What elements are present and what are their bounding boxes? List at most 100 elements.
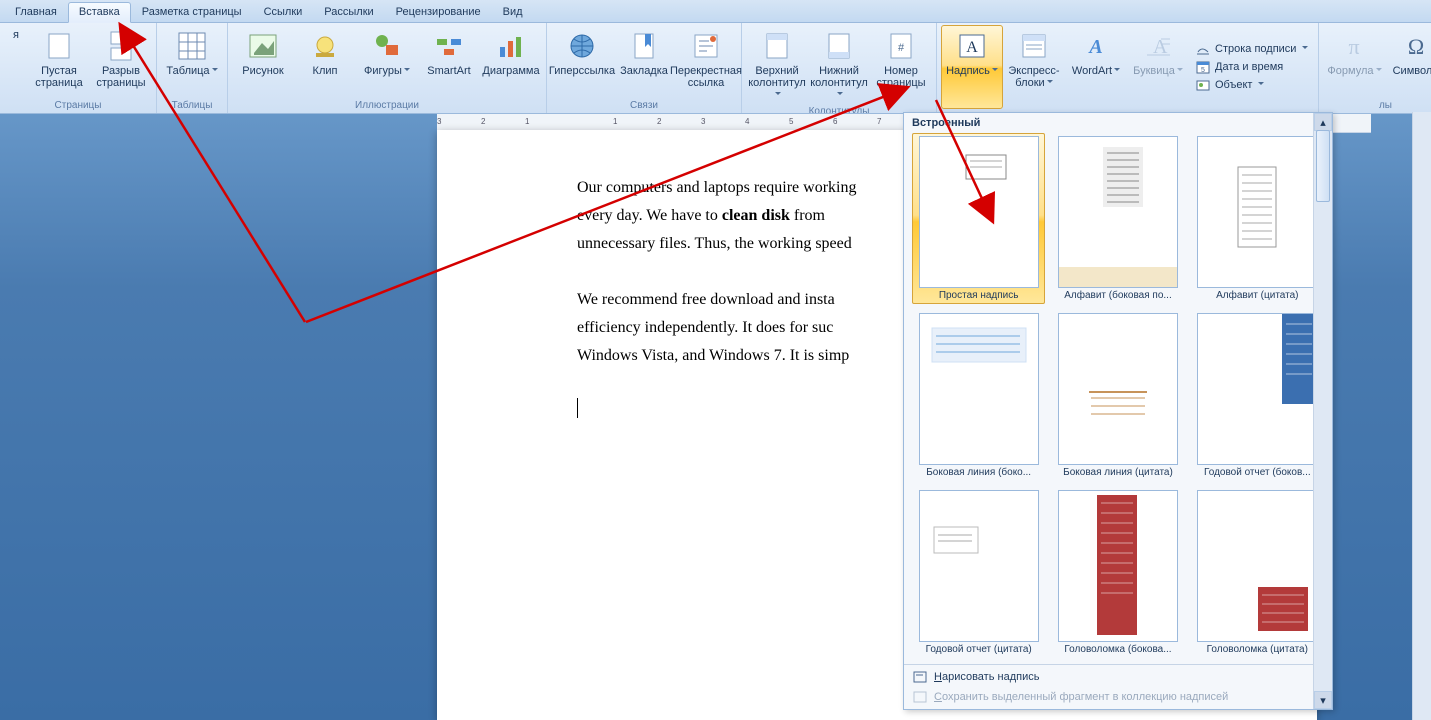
- text: Windows Vista, and Windows 7. It is simp: [577, 347, 849, 364]
- gallery-footer: Нарисовать надпись Сохранить выделенный …: [904, 664, 1332, 709]
- ribbon-button-пустая-страница[interactable]: Пустаястраница: [28, 25, 90, 98]
- tab-ссылки[interactable]: Ссылки: [253, 2, 314, 22]
- ribbon-icon: [372, 28, 402, 64]
- ribbon-button-номер-страницы[interactable]: # Номерстраницы: [870, 25, 932, 104]
- ribbon-button-рисунок[interactable]: Рисунок: [232, 25, 294, 98]
- ribbon-icon: [567, 28, 597, 64]
- ribbon-label: SmartArt: [427, 64, 470, 77]
- ruler-mark: 3: [701, 117, 705, 126]
- thumbnail: [919, 313, 1039, 465]
- scroll-up-button[interactable]: ▴: [1314, 113, 1332, 131]
- scroll-down-button[interactable]: ▾: [1314, 691, 1332, 709]
- document-scrollbar[interactable]: [1412, 112, 1431, 720]
- ribbon-button-надпись[interactable]: AНадпись: [941, 25, 1003, 109]
- gallery-item-line-quote[interactable]: Боковая линия (цитата): [1051, 310, 1184, 481]
- ribbon-icon: [1019, 28, 1049, 64]
- label: Сохранить выделенный фрагмент в коллекци…: [934, 691, 1228, 703]
- gallery-item-alpha-quote[interactable]: Алфавит (цитата): [1191, 133, 1324, 304]
- ribbon-button-закладка[interactable]: Закладка: [613, 25, 675, 98]
- svg-text:Ω: Ω: [1408, 34, 1424, 59]
- gallery-item-alpha-side[interactable]: Алфавит (боковая по...: [1051, 133, 1184, 304]
- caption: Алфавит (цитата): [1198, 290, 1316, 301]
- ribbon-icon: [762, 28, 792, 64]
- ribbon-button-диаграмма[interactable]: Диаграмма: [480, 25, 542, 98]
- ribbon-group: ГиперссылкаЗакладкаПерекрестнаяссылкаСвя…: [547, 23, 742, 113]
- ribbon-group: ВерхнийколонтитулНижнийколонтитул # Номерс…: [742, 23, 937, 113]
- ribbon-button-гиперссылка[interactable]: Гиперссылка: [551, 25, 613, 98]
- gallery-item-puzzle-quote[interactable]: Головоломка (цитата): [1191, 487, 1324, 658]
- draw-textbox-command[interactable]: Нарисовать надпись: [912, 669, 1324, 685]
- ribbon-button-таблица[interactable]: Таблица: [161, 25, 223, 98]
- ribbon-button-wordart[interactable]: AWordArt: [1065, 25, 1127, 109]
- thumbnail: [919, 136, 1039, 288]
- tab-рассылки[interactable]: Рассылки: [313, 2, 384, 22]
- ribbon-label: Формула: [1327, 64, 1381, 77]
- ribbon-button-перекрестная-ссылка[interactable]: Перекрестнаяссылка: [675, 25, 737, 98]
- ribbon-button-я[interactable]: я: [4, 25, 28, 98]
- ribbon-side-строка-подписи[interactable]: Строка подписи: [1195, 41, 1308, 57]
- text: unnecessary files. Thus, the working spe…: [577, 235, 852, 252]
- caption: Головоломка (бокова...: [1059, 644, 1177, 655]
- ribbon-label: Верхнийколонтитул: [748, 64, 806, 101]
- tab-вставка[interactable]: Вставка: [68, 2, 131, 23]
- tab-рецензирование[interactable]: Рецензирование: [385, 2, 492, 22]
- text-cursor: [577, 398, 578, 418]
- ribbon-group: πФормулаΩСимволлы: [1319, 23, 1431, 113]
- thumbnail: [1197, 490, 1317, 642]
- scroll-thumb[interactable]: [1316, 130, 1330, 202]
- ribbon-label: Перекрестнаяссылка: [670, 64, 742, 89]
- ribbon-side-объект[interactable]: Объект: [1195, 77, 1308, 93]
- ribbon-button-символ[interactable]: ΩСимвол: [1385, 25, 1431, 98]
- gallery-scrollbar[interactable]: ▴ ▾: [1313, 113, 1332, 709]
- tab-вид[interactable]: Вид: [492, 2, 534, 22]
- ribbon-label: я: [13, 28, 19, 41]
- ribbon-side-дата-и-время[interactable]: 5Дата и время: [1195, 59, 1308, 75]
- caption: Головоломка (цитата): [1198, 644, 1316, 655]
- group-label: Таблицы: [157, 100, 227, 113]
- ribbon-button-верхний-колонтитул[interactable]: Верхнийколонтитул: [746, 25, 808, 104]
- svg-text:5: 5: [1201, 67, 1205, 74]
- ribbon-button-клип[interactable]: Клип: [294, 25, 356, 98]
- save-icon: [912, 689, 928, 705]
- text-bold: clean disk: [722, 207, 790, 224]
- icon: 5: [1195, 59, 1211, 75]
- thumbnail: [1058, 313, 1178, 465]
- icon: [1195, 41, 1211, 57]
- caption: Годовой отчет (цитата): [920, 644, 1038, 655]
- ribbon-group: Таблица Таблицы: [157, 23, 228, 113]
- text: every day. We have to: [577, 207, 722, 224]
- thumbnail: [1197, 313, 1317, 465]
- ruler-mark: 5: [789, 117, 793, 126]
- ruler-mark: 2: [657, 117, 661, 126]
- svg-text:#: #: [898, 42, 905, 54]
- tab-главная[interactable]: Главная: [4, 2, 68, 22]
- gallery-item-puzzle-side[interactable]: Головоломка (бокова...: [1051, 487, 1184, 658]
- chevron-down-icon: [1300, 43, 1308, 55]
- caption: Простая надпись: [920, 290, 1038, 301]
- gallery-item-simple[interactable]: Простая надпись: [912, 133, 1045, 304]
- text: We recommend free download and insta: [577, 291, 835, 308]
- gallery-item-annual-quote[interactable]: Годовой отчет (цитата): [912, 487, 1045, 658]
- ribbon-icon: [310, 28, 340, 64]
- ribbon-label: Номерстраницы: [873, 64, 929, 101]
- label: Объект: [1215, 79, 1252, 91]
- svg-text:π: π: [1349, 34, 1360, 59]
- ribbon-group: РисунокКлипФигурыSmartArtДиаграммаИллюст…: [228, 23, 547, 113]
- text: Our computers and laptops require workin…: [577, 179, 856, 196]
- label: Строка подписи: [1215, 43, 1296, 55]
- ribbon-label: Экспресс-блоки: [1006, 64, 1062, 89]
- thumbnail: [1197, 136, 1317, 288]
- ruler-mark: 7: [877, 117, 881, 126]
- ribbon-button-формула: π Формула: [1323, 25, 1385, 98]
- textbox-gallery-dropdown: Встроенный Простая надписьАлфавит (боков…: [903, 112, 1333, 710]
- ribbon-button-экспресс-блоки[interactable]: Экспресс-блоки: [1003, 25, 1065, 109]
- ribbon-button-smartart[interactable]: SmartArt: [418, 25, 480, 98]
- ribbon-button-фигуры[interactable]: Фигуры: [356, 25, 418, 98]
- text: efficiency independently. It does for su…: [577, 319, 833, 336]
- ribbon-button-разрыв-страницы[interactable]: Разрывстраницы: [90, 25, 152, 98]
- gallery-item-annual-side[interactable]: Годовой отчет (боков...: [1191, 310, 1324, 481]
- ruler-mark: 3: [437, 117, 441, 126]
- gallery-item-line-side[interactable]: Боковая линия (боко...: [912, 310, 1045, 481]
- tab-разметка страницы[interactable]: Разметка страницы: [131, 2, 253, 22]
- ribbon-button-нижний-колонтитул[interactable]: Нижнийколонтитул: [808, 25, 870, 104]
